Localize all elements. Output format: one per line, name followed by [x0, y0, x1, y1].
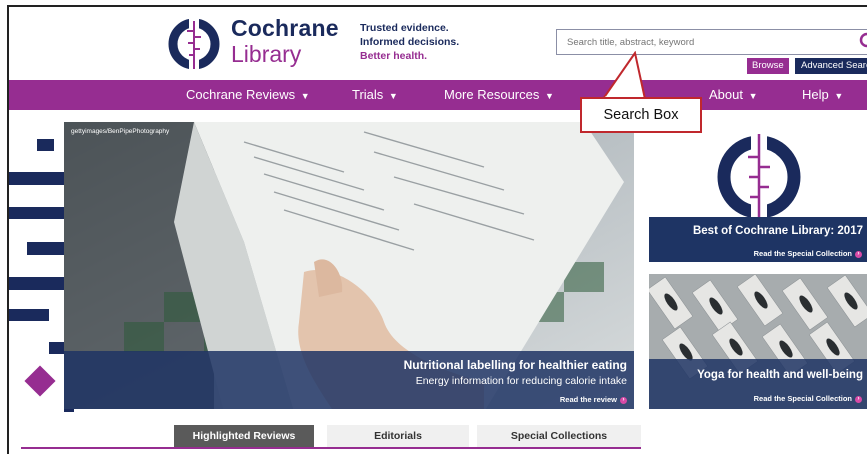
nav-item-trials[interactable]: Trials ▼: [352, 80, 398, 110]
page-frame: Cochrane Library Trusted evidence. Infor…: [7, 5, 867, 454]
tagline-1: Trusted evidence.: [360, 22, 449, 34]
card-best-of-2017[interactable]: Best of Cochrane Library: 2017 Read the …: [649, 122, 867, 262]
caret-down-icon: ▼: [834, 91, 844, 101]
photo-credit: gettyimages/BenPipePhotography: [71, 128, 170, 135]
caret-down-icon: ▼: [748, 91, 758, 101]
tab-special-collections[interactable]: Special Collections: [477, 425, 641, 448]
card-yoga[interactable]: Yoga for health and well-being Read the …: [649, 274, 867, 409]
arrow-right-icon: ›: [620, 396, 627, 404]
nav-item-about[interactable]: About ▼: [709, 80, 758, 110]
search-box-callout: Search Box: [580, 97, 702, 133]
advanced-search-button[interactable]: Advanced Search: [795, 58, 867, 74]
read-review-link[interactable]: Read the review ›: [560, 395, 627, 404]
nav-item-more-resources[interactable]: More Resources ▼: [444, 80, 554, 110]
logo-line-2: Library: [231, 41, 302, 67]
tagline-2: Informed decisions.: [360, 36, 460, 48]
arrow-right-icon: ›: [855, 250, 862, 258]
link-label: Read the Special Collection: [753, 394, 852, 403]
hero-title[interactable]: Nutritional labelling for healthier eati…: [404, 358, 627, 372]
browse-button[interactable]: Browse: [747, 58, 789, 74]
card-title[interactable]: Yoga for health and well-being: [649, 369, 867, 381]
cochrane-logo[interactable]: Cochrane Library: [167, 15, 339, 73]
read-special-collection-link[interactable]: Read the Special Collection ›: [754, 394, 862, 403]
nav-label: More Resources: [444, 87, 540, 102]
card-caption: Best of Cochrane Library: 2017 Read the …: [649, 217, 867, 262]
nav-label: Cochrane Reviews: [186, 87, 296, 102]
caret-down-icon: ▼: [300, 91, 310, 101]
hero-subtitle: Energy information for reducing calorie …: [415, 375, 627, 387]
card-title[interactable]: Best of Cochrane Library: 2017: [649, 225, 867, 237]
hero-caption: Nutritional labelling for healthier eati…: [64, 351, 634, 409]
hero-feature[interactable]: gettyimages/BenPipePhotography Nutrition…: [64, 122, 634, 409]
nav-item-help[interactable]: Help ▼: [802, 80, 843, 110]
link-label: Read the Special Collection: [753, 249, 852, 258]
card-caption: Yoga for health and well-being Read the …: [649, 359, 867, 409]
read-special-collection-link[interactable]: Read the Special Collection ›: [754, 249, 862, 258]
tab-highlighted-reviews[interactable]: Highlighted Reviews: [174, 425, 314, 448]
callout-pointer-icon: [601, 51, 647, 100]
tabs-underline: [21, 447, 641, 449]
nav-label: Trials: [352, 87, 384, 102]
arrow-right-icon: ›: [855, 395, 862, 403]
caret-down-icon: ▼: [545, 91, 554, 101]
nav-label: About: [709, 87, 743, 102]
tagline: Trusted evidence. Informed decisions. Be…: [360, 21, 459, 63]
nav-item-cochrane-reviews[interactable]: Cochrane Reviews ▼: [186, 80, 310, 110]
logo-line-1: Cochrane: [231, 15, 339, 41]
main-nav: Cochrane Reviews ▼ Trials ▼ More Resourc…: [9, 80, 867, 110]
tab-editorials[interactable]: Editorials: [327, 425, 469, 448]
caret-down-icon: ▼: [388, 91, 398, 101]
cochrane-emblem-icon: [168, 17, 220, 73]
cochrane-emblem-icon: [717, 132, 801, 222]
tagline-3: Better health.: [360, 50, 428, 62]
search-icon[interactable]: [859, 32, 867, 52]
link-label: Read the review: [559, 395, 617, 404]
nav-label: Help: [802, 87, 829, 102]
